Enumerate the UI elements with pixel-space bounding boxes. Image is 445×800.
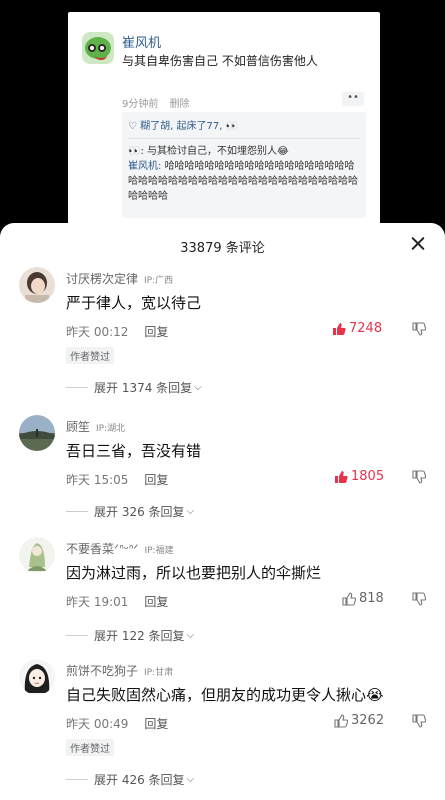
comment-time: 昨天 00:12: [66, 325, 129, 339]
post-author-name[interactable]: 崔风机: [122, 32, 161, 51]
comment-meta: 昨天 00:12 回复: [66, 323, 168, 340]
commenter-ip: IP:福建: [144, 546, 174, 556]
comment-time: 昨天 19:01: [66, 595, 129, 609]
post-text: 与其自卑伤害自己 不如普信伤害他人: [122, 54, 318, 68]
post-delete-link[interactable]: 删除: [170, 99, 190, 110]
commenter-username[interactable]: 讨厌楞次定律: [66, 272, 138, 286]
author-liked-badge: 作者赞过: [66, 739, 114, 756]
expand-replies-label[interactable]: 展开 122 条回复: [94, 627, 185, 644]
thumbs-up-icon: [333, 322, 346, 335]
like-button[interactable]: 3262: [334, 713, 384, 728]
like-button[interactable]: 818: [342, 591, 384, 606]
comment-text: 自己失败固然心痛，但朋友的成功更令人揪心😭: [66, 686, 384, 704]
nested-reply-text: 哈哈哈哈哈哈哈哈哈哈哈哈哈哈哈哈哈哈哈哈哈哈哈哈哈哈哈哈哈哈哈哈哈哈哈哈哈哈哈哈…: [128, 161, 358, 202]
author-liked-badge: 作者赞过: [66, 347, 114, 364]
commenter-ip: IP:湖北: [96, 424, 126, 434]
like-count: 1805: [351, 469, 385, 484]
comment-count-title: 33879 条评论: [180, 241, 265, 256]
chevron-down-icon: ⌵: [186, 506, 195, 517]
thumbs-down-icon[interactable]: [412, 322, 426, 336]
comment-time: 昨天 15:05: [66, 473, 129, 487]
expand-replies-button[interactable]: 展开 1374 条回复 ⌵: [66, 379, 202, 396]
chevron-down-icon: ⌵: [186, 774, 195, 785]
like-count: 3262: [351, 713, 385, 728]
like-count: 818: [359, 591, 384, 606]
post-time: 9分钟前: [122, 99, 159, 110]
commenter-name[interactable]: 不要香菜ᐟᐢᵕᐢᐟ IP:福建: [66, 540, 174, 557]
commenter-avatar[interactable]: [19, 415, 55, 451]
expand-replies-label[interactable]: 展开 326 条回复: [94, 503, 185, 520]
reply-button[interactable]: 回复: [144, 717, 168, 731]
commenter-username[interactable]: 煎饼不吃狗子: [66, 664, 138, 678]
moments-post-card: 崔风机 与其自卑伤害自己 不如普信伤害他人 9分钟前 删除 •• ♡ 糊了胡, …: [68, 12, 380, 228]
commenter-avatar[interactable]: [19, 267, 55, 303]
divider: [66, 779, 88, 780]
expand-replies-button[interactable]: 展开 426 条回复 ⌵: [66, 771, 194, 788]
thumbs-up-icon: [335, 470, 348, 483]
comment-text: 因为淋过雨，所以也要把别人的伞撕烂: [66, 564, 322, 582]
commenter-avatar[interactable]: [19, 659, 55, 695]
like-button[interactable]: 1805: [334, 469, 384, 484]
commenter-avatar[interactable]: [19, 537, 55, 573]
post-reply: 👀: 与其检讨自己，不如埋怨别人😂: [128, 146, 289, 157]
reply-button[interactable]: 回复: [144, 473, 168, 487]
chevron-down-icon: ⌵: [186, 630, 195, 641]
expand-replies-button[interactable]: 展开 326 条回复 ⌵: [66, 503, 194, 520]
commenter-name[interactable]: 讨厌楞次定律 IP:广西: [66, 270, 173, 287]
divider: [128, 138, 360, 139]
close-icon[interactable]: [407, 233, 429, 255]
expand-replies-label[interactable]: 展开 1374 条回复: [94, 379, 192, 396]
thumbs-down-icon[interactable]: [412, 592, 426, 606]
comment-meta: 昨天 00:49 回复: [66, 715, 168, 732]
commenter-name[interactable]: 煎饼不吃狗子 IP:甘肃: [66, 662, 173, 679]
thumbs-down-icon[interactable]: [412, 470, 426, 484]
reply-button[interactable]: 回复: [144, 595, 168, 609]
expand-replies-button[interactable]: 展开 122 条回复 ⌵: [66, 627, 194, 644]
post-author-avatar[interactable]: [82, 32, 114, 64]
expand-replies-label[interactable]: 展开 426 条回复: [94, 771, 185, 788]
post-nested-reply: 崔风机: 哈哈哈哈哈哈哈哈哈哈哈哈哈哈哈哈哈哈哈哈哈哈哈哈哈哈哈哈哈哈哈哈哈哈哈…: [128, 159, 360, 204]
commenter-ip: IP:广西: [144, 276, 174, 286]
divider: [66, 511, 88, 512]
commenter-username[interactable]: 顾笙: [66, 420, 90, 434]
post-meta: 9分钟前 删除: [122, 95, 198, 110]
commenter-ip: IP:甘肃: [144, 668, 174, 678]
comment-meta: 昨天 19:01 回复: [66, 593, 168, 610]
divider: [66, 387, 88, 388]
thumbs-down-icon[interactable]: [412, 714, 426, 728]
like-button[interactable]: 7248: [332, 321, 382, 336]
commenter-name[interactable]: 顾笙 IP:湖北: [66, 418, 125, 435]
post-interaction-box: ♡ 糊了胡, 起床了77, 👀 👀: 与其检讨自己，不如埋怨别人😂 崔风机: 哈…: [122, 112, 366, 218]
thumbs-up-icon: [342, 591, 356, 606]
chevron-down-icon: ⌵: [194, 382, 202, 393]
comment-text: 吾日三省，吾没有错: [66, 442, 202, 460]
frog-avatar-icon: [85, 37, 111, 60]
post-likers: ♡ 糊了胡, 起床了77, 👀: [128, 121, 239, 132]
reply-button[interactable]: 回复: [144, 325, 168, 339]
divider: [66, 635, 88, 636]
post-more-button[interactable]: ••: [342, 92, 364, 106]
commenter-username[interactable]: 不要香菜ᐟᐢᵕᐢᐟ: [66, 542, 138, 556]
comment-sheet: 33879 条评论 讨厌楞次定律 IP:广西 严于律人，宽以待己 昨天 00:12…: [0, 223, 445, 800]
comment-meta: 昨天 15:05 回复: [66, 471, 168, 488]
nested-reply-author[interactable]: 崔风机:: [128, 161, 161, 172]
comment-text: 严于律人，宽以待己: [66, 294, 202, 312]
thumbs-up-icon: [334, 713, 348, 728]
comment-time: 昨天 00:49: [66, 717, 129, 731]
like-count: 7248: [349, 321, 383, 336]
